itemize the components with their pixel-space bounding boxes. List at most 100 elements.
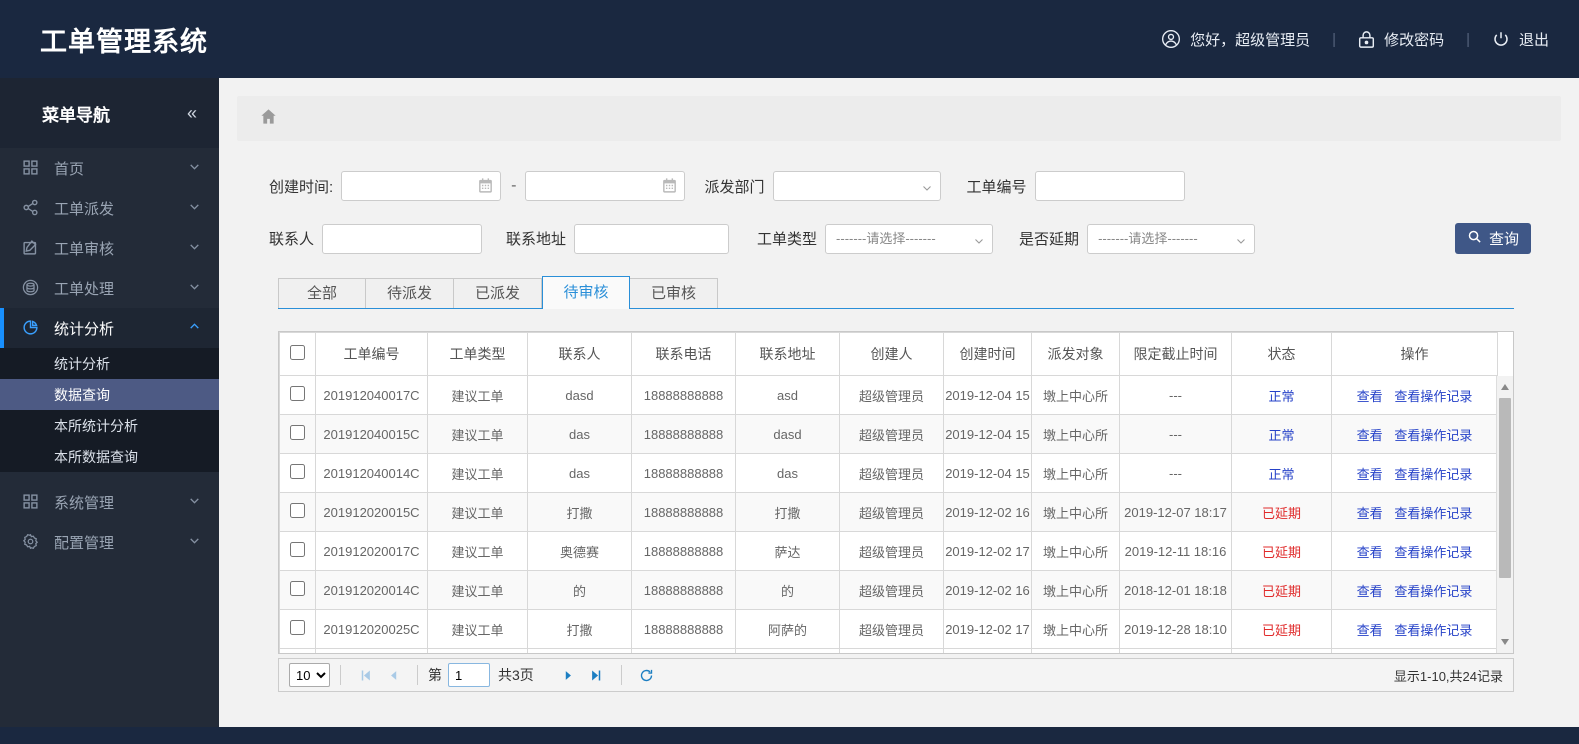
- cell-order-no: 201912020025C: [315, 609, 428, 649]
- order-no-input[interactable]: [1034, 171, 1185, 201]
- view-log-link[interactable]: 查看操作记录: [1394, 428, 1472, 443]
- main-content: 创建时间: - 派发部门 工单编号 联系人 联系地址 工单类型 -------请…: [219, 78, 1579, 727]
- filter-panel: 创建时间: - 派发部门 工单编号 联系人 联系地址 工单类型 -------请…: [219, 141, 1579, 254]
- current-page-input[interactable]: [448, 663, 490, 687]
- col-phone: 联系电话: [631, 332, 736, 376]
- cell-order-no: 201912040017C: [315, 375, 428, 415]
- cell-deadline: [1119, 648, 1232, 653]
- view-link[interactable]: 查看: [1357, 389, 1383, 404]
- sidebar-item-statistics[interactable]: 统计分析: [0, 308, 219, 348]
- gear-icon: [22, 533, 40, 551]
- col-contact: 联系人: [527, 332, 632, 376]
- change-password-button[interactable]: 修改密码: [1358, 29, 1444, 50]
- col-target: 派发对象: [1031, 332, 1120, 376]
- logout-label: 退出: [1518, 31, 1549, 49]
- table-row: 201912020014C 建议工单 的 18888888888 的 超级管理员…: [279, 570, 1498, 610]
- cell-target: 墩上中心所: [1031, 414, 1120, 454]
- cell-contact: das: [527, 414, 632, 454]
- row-checkbox[interactable]: [290, 464, 305, 479]
- sidebar-item-system[interactable]: 系统管理: [0, 482, 219, 522]
- sidebar-collapse-icon[interactable]: «: [187, 103, 197, 124]
- user-icon: [1161, 29, 1181, 49]
- refresh-button[interactable]: [632, 668, 661, 683]
- view-link[interactable]: 查看: [1357, 428, 1383, 443]
- record-summary: 显示1-10,共24记录: [1393, 668, 1503, 684]
- cell-created: 2019-12-02 16: [943, 570, 1032, 610]
- cell-created: 2019-12-04 15: [943, 414, 1032, 454]
- col-deadline: 限定截止时间: [1119, 332, 1232, 376]
- view-link[interactable]: 查看: [1357, 545, 1383, 560]
- scroll-down-icon[interactable]: [1501, 639, 1509, 645]
- create-time-end-input[interactable]: [524, 171, 685, 201]
- row-checkbox[interactable]: [290, 425, 305, 440]
- logout-button[interactable]: 退出: [1492, 29, 1549, 50]
- address-input[interactable]: [574, 223, 730, 254]
- view-log-link[interactable]: 查看操作记录: [1394, 545, 1472, 560]
- cell-creator: 超级管理员: [839, 570, 944, 610]
- sidebar-item-review[interactable]: 工单审核: [0, 228, 219, 268]
- contact-input[interactable]: [322, 223, 483, 254]
- cell-address: [735, 648, 840, 653]
- sidebar-item-config[interactable]: 配置管理: [0, 522, 219, 562]
- cell-address: 阿萨的: [735, 609, 840, 649]
- col-order-no: 工单编号: [315, 332, 428, 376]
- view-log-link[interactable]: 查看操作记录: [1394, 467, 1472, 482]
- cell-order-type: 建议工单: [427, 375, 528, 415]
- submenu-item-local-statistics[interactable]: 本所统计分析: [0, 410, 219, 441]
- sidebar-item-label: 首页: [54, 160, 85, 178]
- row-checkbox[interactable]: [290, 386, 305, 401]
- pagination-bar: 10 第 共3页 显示1-10,共24记录: [278, 658, 1514, 692]
- cell-deadline: ---: [1119, 414, 1232, 454]
- cell-phone: 18888888888: [631, 414, 736, 454]
- home-icon[interactable]: [259, 107, 278, 131]
- search-button[interactable]: 查询: [1455, 223, 1531, 254]
- tab-dispatched[interactable]: 已派发: [454, 278, 542, 309]
- view-log-link[interactable]: 查看操作记录: [1394, 623, 1472, 638]
- next-page-button[interactable]: [555, 669, 582, 682]
- pager-separator: [620, 665, 622, 685]
- last-page-button[interactable]: [582, 668, 611, 683]
- chevron-down-icon: [188, 534, 201, 551]
- view-link[interactable]: 查看: [1357, 506, 1383, 521]
- row-checkbox[interactable]: [290, 503, 305, 518]
- scroll-up-icon[interactable]: [1501, 384, 1509, 390]
- sidebar-item-process[interactable]: 工单处理: [0, 268, 219, 308]
- sidebar-item-dispatch[interactable]: 工单派发: [0, 188, 219, 228]
- view-link[interactable]: 查看: [1357, 584, 1383, 599]
- order-type-select[interactable]: -------请选择-------: [825, 223, 994, 254]
- prev-page-button[interactable]: [380, 669, 407, 682]
- view-log-link[interactable]: 查看操作记录: [1394, 506, 1472, 521]
- first-page-button[interactable]: [351, 668, 380, 683]
- scrollbar-thumb[interactable]: [1499, 398, 1511, 578]
- tab-reviewed[interactable]: 已审核: [630, 278, 718, 309]
- page-size-select[interactable]: 10: [289, 663, 330, 687]
- depart-select[interactable]: [772, 171, 941, 201]
- tab-pending-review[interactable]: 待审核: [542, 276, 630, 309]
- row-checkbox[interactable]: [290, 620, 305, 635]
- cell-target: 墩上中心所: [1031, 570, 1120, 610]
- view-log-link[interactable]: 查看操作记录: [1394, 584, 1472, 599]
- view-log-link[interactable]: 查看操作记录: [1394, 389, 1472, 404]
- tab-all[interactable]: 全部: [278, 278, 366, 309]
- cell-phone: [631, 648, 736, 653]
- cell-order-type: 建议工单: [427, 453, 528, 493]
- submenu-item-statistics[interactable]: 统计分析: [0, 348, 219, 379]
- row-checkbox[interactable]: [290, 581, 305, 596]
- sidebar-item-home[interactable]: 首页: [0, 148, 219, 188]
- view-link[interactable]: 查看: [1357, 623, 1383, 638]
- view-link[interactable]: 查看: [1357, 467, 1383, 482]
- create-time-start-input[interactable]: [341, 171, 502, 201]
- select-all-checkbox[interactable]: [290, 345, 305, 360]
- submenu-item-local-data-query[interactable]: 本所数据查询: [0, 441, 219, 472]
- row-checkbox[interactable]: [290, 542, 305, 557]
- col-creator: 创建人: [839, 332, 944, 376]
- col-actions: 操作: [1331, 332, 1498, 376]
- delay-select[interactable]: -------请选择-------: [1087, 223, 1256, 254]
- tab-pending-dispatch[interactable]: 待派发: [366, 278, 454, 309]
- pager-separator: [544, 665, 545, 685]
- user-greeting[interactable]: 您好，超级管理员: [1161, 29, 1310, 50]
- cell-phone: 18888888888: [631, 570, 736, 610]
- cell-deadline: 2019-12-11 18:16: [1119, 531, 1232, 571]
- status-badge: 已延期: [1261, 505, 1301, 521]
- submenu-item-data-query[interactable]: 数据查询: [0, 379, 219, 410]
